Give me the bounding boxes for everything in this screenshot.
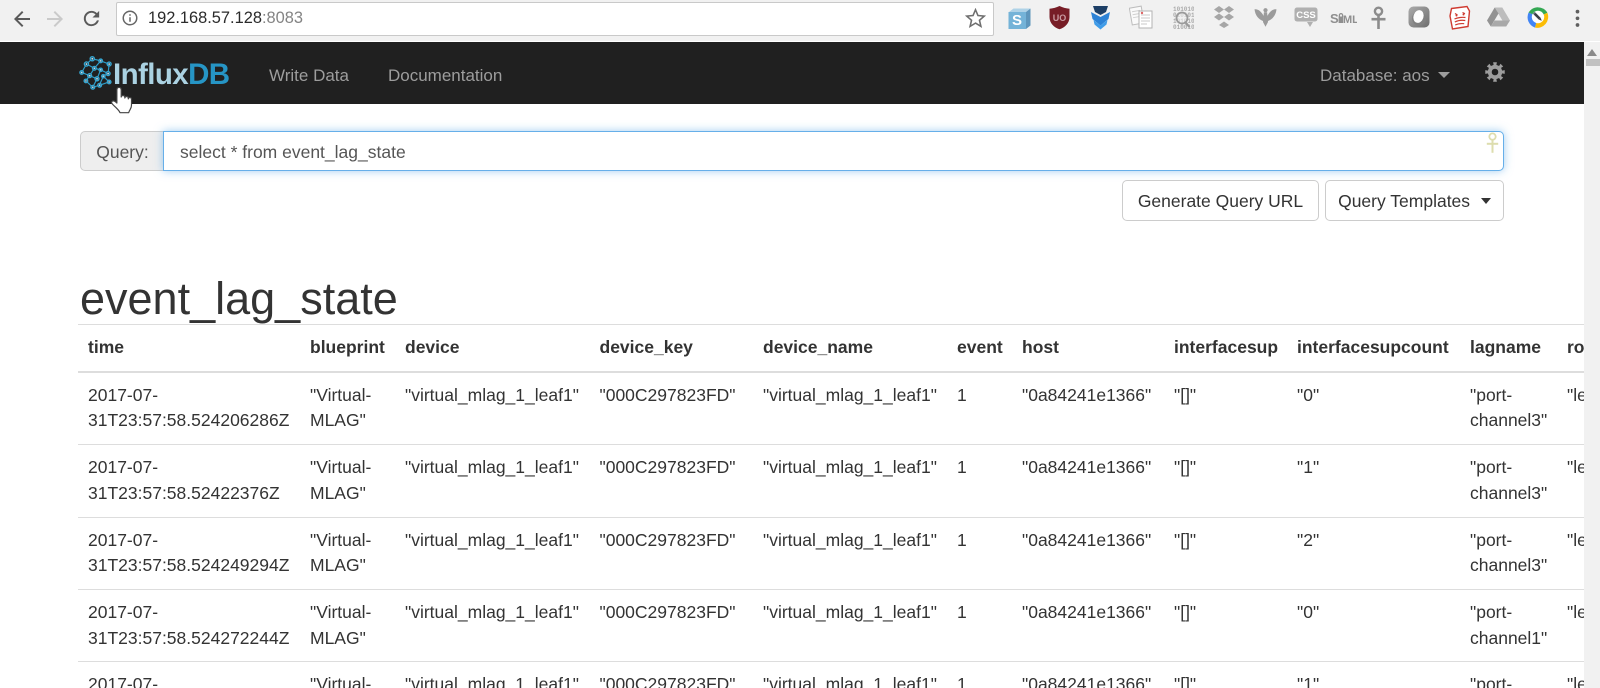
svg-text:ML: ML <box>1343 14 1357 26</box>
svg-text:010010: 010010 <box>1173 24 1194 31</box>
svg-text:CSS: CSS <box>1296 10 1316 21</box>
svg-text:S: S <box>1012 12 1022 29</box>
svg-text:UO: UO <box>1053 13 1067 23</box>
svg-text:S: S <box>1330 11 1339 26</box>
